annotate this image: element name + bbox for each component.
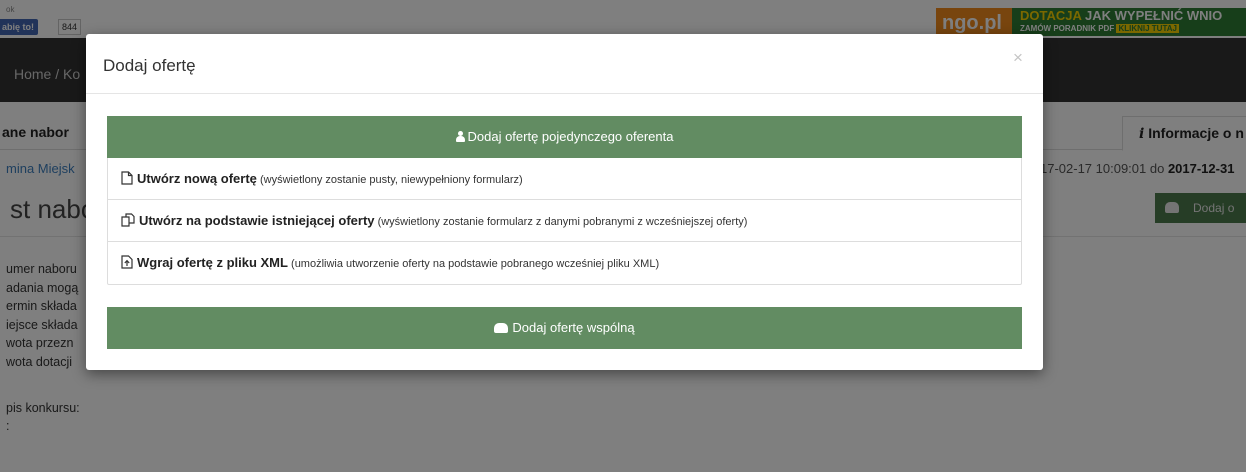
user-icon	[455, 131, 465, 142]
add-offer-modal: Dodaj ofertę × Dodaj ofertę pojedynczego…	[86, 34, 1043, 370]
option-new-offer[interactable]: Utwórz nową ofertę (wyświetlony zostanie…	[108, 158, 1021, 200]
option-hint: (umożliwia utworzenie oferty na podstawi…	[291, 258, 660, 270]
copy-icon	[121, 213, 135, 227]
close-icon[interactable]: ×	[1013, 48, 1023, 68]
users-icon	[494, 323, 509, 333]
joint-offer-label: Dodaj ofertę wspólną	[512, 320, 635, 335]
single-offer-panel: Dodaj ofertę pojedynczego oferenta Utwór…	[107, 116, 1022, 285]
single-offer-header-label: Dodaj ofertę pojedynczego oferenta	[467, 129, 674, 144]
joint-offer-button[interactable]: Dodaj ofertę wspólną	[107, 307, 1022, 349]
option-title: Utwórz nową ofertę	[137, 171, 257, 186]
option-hint: (wyświetlony zostanie formularz z danymi…	[377, 216, 748, 228]
option-title: Utwórz na podstawie istniejącej oferty	[139, 213, 375, 228]
modal-header: Dodaj ofertę ×	[86, 34, 1043, 94]
modal-title: Dodaj ofertę	[103, 56, 196, 75]
option-title: Wgraj ofertę z pliku XML	[137, 255, 288, 270]
option-hint: (wyświetlony zostanie pusty, niewypełnio…	[259, 174, 523, 186]
single-offer-header: Dodaj ofertę pojedynczego oferenta	[107, 116, 1022, 158]
file-upload-icon	[121, 255, 133, 269]
option-upload-xml[interactable]: Wgraj ofertę z pliku XML (umożliwia utwo…	[108, 242, 1021, 284]
option-from-existing[interactable]: Utwórz na podstawie istniejącej oferty (…	[108, 200, 1021, 242]
file-icon	[121, 171, 133, 185]
